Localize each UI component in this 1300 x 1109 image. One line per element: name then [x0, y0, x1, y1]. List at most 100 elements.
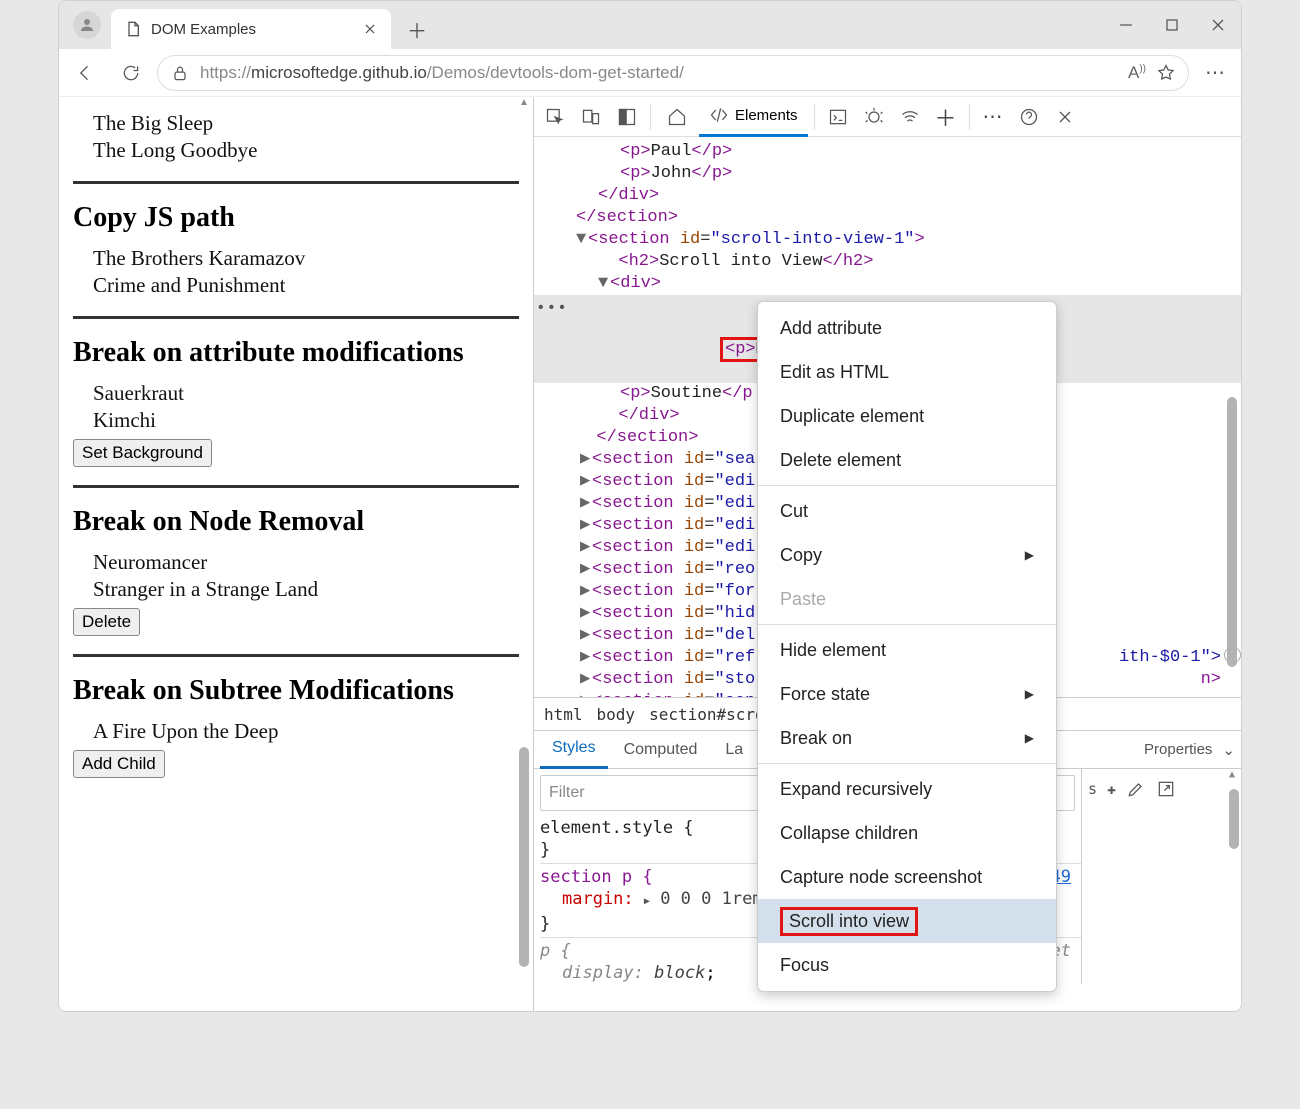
context-menu-separator — [758, 763, 1056, 764]
add-rule-icon[interactable]: ✚ — [1107, 780, 1116, 798]
console-icon[interactable] — [821, 100, 855, 134]
list-item: A Fire Upon the Deep — [93, 719, 519, 744]
ctx-label: Expand recursively — [780, 779, 932, 800]
ctx-label: Scroll into view — [780, 907, 918, 936]
list-item: The Big Sleep — [93, 111, 519, 136]
ctx-label: Focus — [780, 955, 829, 976]
ctx-label: Collapse children — [780, 823, 918, 844]
ctx-label: Force state — [780, 684, 870, 705]
set-background-button[interactable]: Set Background — [73, 439, 212, 467]
dock-icon[interactable] — [610, 100, 644, 134]
ctx-label: Edit as HTML — [780, 362, 889, 383]
network-conditions-icon[interactable] — [893, 100, 927, 134]
short-label: s — [1088, 780, 1097, 798]
submenu-arrow-icon: ▶ — [1025, 548, 1034, 562]
favorite-icon[interactable] — [1156, 63, 1176, 83]
window-controls — [1103, 1, 1241, 49]
list-item: Crime and Punishment — [93, 273, 519, 298]
devtools-toolbar: Elements ＋ ⋯ — [534, 97, 1241, 137]
divider — [73, 181, 519, 184]
welcome-tab[interactable] — [657, 97, 697, 137]
refresh-button[interactable] — [111, 53, 151, 93]
add-child-button[interactable]: Add Child — [73, 750, 165, 778]
address-bar: https://microsoftedge.github.io/Demos/de… — [59, 49, 1241, 97]
browser-window: DOM Examples ＋ https://microsoftedge.git… — [58, 0, 1242, 1012]
more-tools-icon[interactable]: ＋ — [929, 100, 963, 134]
device-toggle-icon[interactable] — [574, 100, 608, 134]
list-item: Neuromancer — [93, 550, 519, 575]
ctx-expand[interactable]: Expand recursively — [758, 767, 1056, 811]
devtools-menu-icon[interactable]: ⋯ — [976, 100, 1010, 134]
page-scrollbar[interactable]: ▲ — [517, 97, 531, 1011]
brush-icon[interactable] — [1126, 779, 1146, 799]
ctx-delete[interactable]: Delete element — [758, 438, 1056, 482]
ctx-cut[interactable]: Cut — [758, 489, 1056, 533]
list-item: The Brothers Karamazov — [93, 246, 519, 271]
tab-close-icon[interactable] — [363, 22, 377, 36]
close-button[interactable] — [1195, 1, 1241, 49]
browser-tab[interactable]: DOM Examples — [111, 9, 391, 49]
divider — [73, 316, 519, 319]
issues-icon[interactable] — [857, 100, 891, 134]
ctx-copy[interactable]: Copy ▶ — [758, 533, 1056, 577]
elements-tab[interactable]: Elements — [699, 97, 808, 137]
tab-title: DOM Examples — [151, 21, 256, 38]
ctx-paste: Paste — [758, 577, 1056, 621]
context-menu-separator — [758, 485, 1056, 486]
submenu-arrow-icon: ▶ — [1025, 687, 1034, 701]
ctx-label: Cut — [780, 501, 808, 522]
list-item: Sauerkraut — [93, 381, 519, 406]
ctx-screenshot[interactable]: Capture node screenshot — [758, 855, 1056, 899]
properties-tab[interactable]: Properties — [1144, 741, 1212, 758]
ctx-force-state[interactable]: Force state ▶ — [758, 672, 1056, 716]
ctx-add-attribute[interactable]: Add attribute — [758, 306, 1056, 350]
ctx-break-on[interactable]: Break on▶ — [758, 716, 1056, 760]
ctx-collapse[interactable]: Collapse children — [758, 811, 1056, 855]
page-heading: Copy JS path — [73, 202, 519, 234]
maximize-button[interactable] — [1149, 1, 1195, 49]
page-icon — [125, 21, 141, 37]
tree-scrollbar[interactable] — [1225, 137, 1239, 697]
devtools-close-icon[interactable] — [1048, 100, 1082, 134]
list-item: Stranger in a Strange Land — [93, 577, 519, 602]
ctx-label: Duplicate element — [780, 406, 924, 427]
url-text: https://microsoftedge.github.io/Demos/de… — [200, 63, 684, 83]
ctx-label: Add attribute — [780, 318, 882, 339]
ctx-focus[interactable]: Focus — [758, 943, 1056, 987]
context-menu[interactable]: Add attribute Edit as HTML Duplicate eleme… — [757, 301, 1057, 992]
back-button[interactable] — [65, 53, 105, 93]
ctx-label: Copy — [780, 545, 822, 566]
ctx-label: Hide element — [780, 640, 886, 661]
inspect-icon[interactable] — [538, 100, 572, 134]
expand-icon[interactable] — [1156, 779, 1176, 799]
list-item: Kimchi — [93, 408, 519, 433]
page-heading: Break on Node Removal — [73, 506, 519, 538]
list-item: The Long Goodbye — [93, 138, 519, 163]
page-content: The Big Sleep The Long Goodbye Copy JS p… — [59, 97, 533, 1011]
new-tab-button[interactable]: ＋ — [401, 13, 433, 45]
divider — [73, 654, 519, 657]
computed-tab[interactable]: Computed — [612, 731, 710, 769]
ctx-duplicate[interactable]: Duplicate element — [758, 394, 1056, 438]
ctx-label: Paste — [780, 589, 826, 610]
ctx-label: Break on — [780, 728, 852, 749]
titlebar: DOM Examples ＋ — [59, 1, 1241, 49]
help-icon[interactable] — [1012, 100, 1046, 134]
profile-button[interactable] — [73, 11, 101, 39]
browser-menu-button[interactable]: ⋯ — [1195, 53, 1235, 93]
page-heading: Break on attribute modifications — [73, 337, 519, 369]
read-aloud-icon[interactable]: A)) — [1128, 63, 1146, 83]
styles-tab[interactable]: Styles — [540, 731, 608, 769]
chevron-down-icon[interactable]: ⌄ — [1222, 741, 1235, 759]
ctx-hide[interactable]: Hide element — [758, 628, 1056, 672]
page-heading: Break on Subtree Modifications — [73, 675, 519, 707]
sidebar-scrollbar[interactable]: ▲ — [1227, 769, 1241, 984]
ctx-scroll-into-view[interactable]: Scroll into view — [758, 899, 1056, 943]
minimize-button[interactable] — [1103, 1, 1149, 49]
url-box[interactable]: https://microsoftedge.github.io/Demos/de… — [157, 55, 1189, 91]
context-menu-separator — [758, 624, 1056, 625]
delete-button[interactable]: Delete — [73, 608, 140, 636]
ctx-edit-as-html[interactable]: Edit as HTML — [758, 350, 1056, 394]
more-actions-icon[interactable]: ••• — [536, 297, 568, 319]
layout-tab[interactable]: La — [713, 731, 755, 769]
